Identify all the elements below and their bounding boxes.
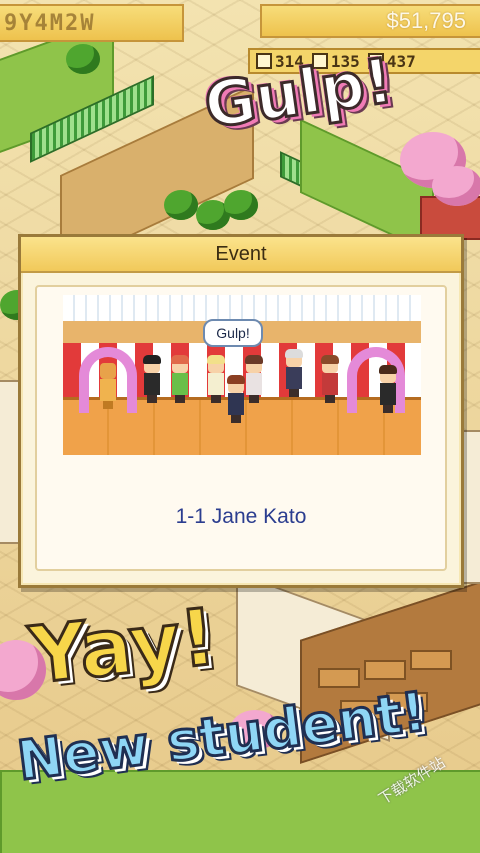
character (207, 355, 225, 403)
character (171, 355, 189, 403)
character (245, 355, 263, 403)
dialog-title: Event (215, 242, 267, 265)
character (99, 363, 117, 409)
speech-bubble: Gulp! (203, 319, 263, 347)
dialog-header: Event (21, 237, 461, 273)
stat-value: 437 (386, 51, 416, 71)
character (379, 365, 397, 413)
top-hud: 9Y4M2W $51,795 (0, 0, 480, 44)
event-caption: 1-1 Jane Kato (175, 505, 307, 528)
money-display: $51,795 (260, 4, 480, 38)
character (285, 349, 303, 397)
speech-bubble-text: Gulp! (216, 325, 250, 341)
ceremony-scene: Gulp! (63, 295, 421, 455)
dialog-body: Gulp! 1-1 Jane Kato (35, 285, 447, 571)
new-student-character (227, 375, 245, 423)
event-dialog[interactable]: Event Gulp! 1-1 Jane Kato (18, 234, 464, 588)
character (143, 355, 161, 403)
calendar-display[interactable]: 9Y4M2W (0, 4, 184, 42)
money-text: $51,795 (386, 8, 466, 33)
character (321, 355, 339, 403)
date-text: 9Y4M2W (4, 10, 96, 36)
